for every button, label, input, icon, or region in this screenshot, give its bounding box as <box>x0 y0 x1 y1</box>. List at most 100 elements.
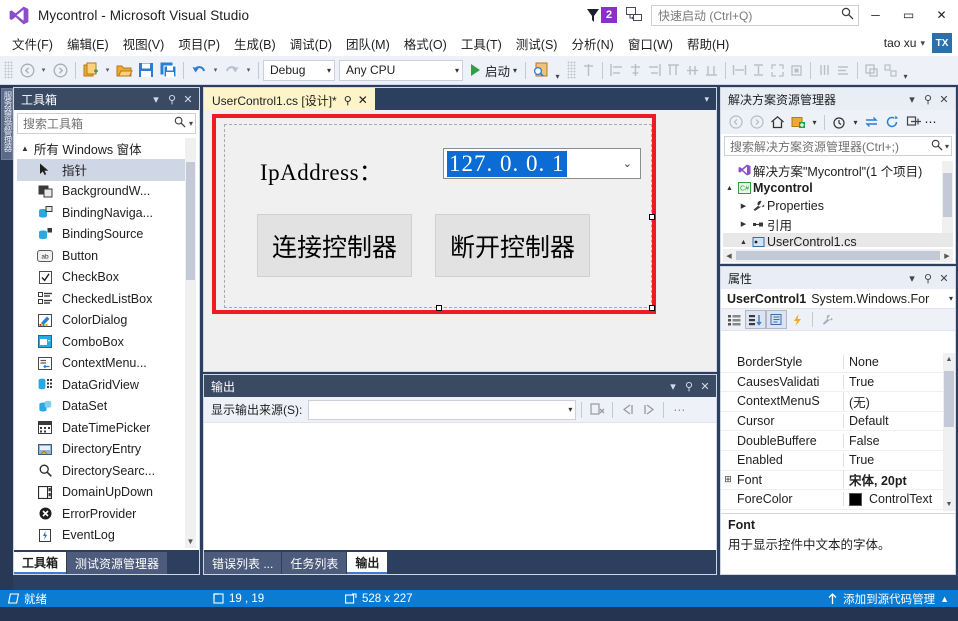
property-value[interactable]: Default <box>843 414 955 429</box>
menu-item-test[interactable]: 测试(S) <box>509 31 565 56</box>
alphabetical-icon[interactable] <box>745 310 766 329</box>
navigate-forward-icon[interactable] <box>746 112 767 132</box>
save-icon[interactable] <box>135 59 157 81</box>
properties-page-icon[interactable] <box>766 310 787 329</box>
solution-explorer-search-input[interactable]: 搜索解决方案资源管理器(Ctrl+;) ▾ <box>724 136 952 156</box>
tab-toolbox[interactable]: 工具箱 <box>14 552 67 574</box>
toolbox-item-datagridview[interactable]: DataGridView <box>17 374 196 396</box>
menu-item-view[interactable]: 视图(V) <box>116 31 172 56</box>
output-source-combo[interactable]: ▾ <box>308 399 577 420</box>
scroll-left-arrow-icon[interactable]: ◀ <box>723 252 735 260</box>
chevron-down-icon[interactable]: ▾ <box>148 90 164 108</box>
toolbox-item-dataset[interactable]: DataSet <box>17 396 196 418</box>
menu-item-edit[interactable]: 编辑(E) <box>60 31 116 56</box>
sidebar-tab-server-explorer[interactable]: 服务器资源管理器 <box>1 88 13 160</box>
chevron-down-icon[interactable]: ▾ <box>665 377 681 395</box>
menu-item-format[interactable]: 格式(O) <box>397 31 454 56</box>
expand-arrow-icon[interactable]: ▶ <box>737 220 750 228</box>
property-row-borderstyle[interactable]: BorderStyle None <box>721 353 955 373</box>
events-lightning-icon[interactable] <box>787 310 808 329</box>
toolbox-item-checkbox[interactable]: CheckBox <box>17 267 196 289</box>
toolbar-overflow-icon[interactable]: ▾ <box>552 59 563 81</box>
scrollbar-thumb[interactable] <box>186 162 195 280</box>
property-row-causesvalidation[interactable]: CausesValidati True <box>721 373 955 393</box>
tab-output[interactable]: 输出 <box>347 552 388 574</box>
expand-arrow-icon[interactable]: ▲ <box>737 239 750 246</box>
chevron-down-icon[interactable]: ▾ <box>904 90 920 108</box>
toolbox-item-directoryentry[interactable]: DirectoryEntry <box>17 439 196 461</box>
property-row-doublebuffered[interactable]: DoubleBuffere False <box>721 431 955 451</box>
undo-icon[interactable] <box>188 59 210 81</box>
solution-explorer-horizontal-scrollbar[interactable]: ◀ ▶ <box>723 249 953 262</box>
scroll-up-arrow-icon[interactable]: ▲ <box>943 353 955 366</box>
account-name[interactable]: tao xu <box>884 36 917 50</box>
format-toolbar-grip[interactable] <box>567 61 577 79</box>
toolbox-scrollbar[interactable] <box>185 138 196 548</box>
menu-item-build[interactable]: 生成(B) <box>227 31 283 56</box>
solution-platform-combo[interactable]: Any CPU ▾ <box>339 59 463 81</box>
property-row-font[interactable]: ⊞ Font 宋体, 20pt <box>721 470 955 491</box>
status-source-control-caret[interactable]: ▲ <box>940 594 949 604</box>
tree-row-usercontrol1-cs[interactable]: ▲ UserControl1.cs <box>723 233 953 247</box>
new-project-icon[interactable] <box>80 59 102 81</box>
expand-arrow-icon[interactable]: ▲ <box>723 185 736 192</box>
tree-row-properties[interactable]: ▶ Properties <box>723 197 953 215</box>
toolbox-item-checkedlistbox[interactable]: CheckedListBox <box>17 288 196 310</box>
toolbox-search-input[interactable]: 搜索工具箱 ▾ <box>17 113 196 134</box>
avatar[interactable]: TX <box>932 33 952 53</box>
resize-handle-right[interactable] <box>649 214 655 220</box>
toolbox-item-errorprovider[interactable]: ErrorProvider <box>17 503 196 525</box>
notification-flag-icon[interactable]: 2 <box>586 7 617 23</box>
navigate-back-icon[interactable] <box>725 112 746 132</box>
output-text-area[interactable] <box>204 423 716 550</box>
scrollbar-thumb[interactable] <box>944 371 954 427</box>
toolbox-item-domainupdown[interactable]: DomainUpDown <box>17 482 196 504</box>
chevron-down-icon[interactable]: ⌄ <box>623 157 632 170</box>
properties-vertical-scrollbar[interactable]: ▲ ▼ <box>943 353 955 511</box>
document-tab-overflow-icon[interactable]: ▾ <box>704 94 716 105</box>
document-tab-usercontrol1[interactable]: UserControl1.cs [设计]* ⚲ ✕ <box>204 88 375 110</box>
categorized-icon[interactable] <box>724 310 745 329</box>
minimize-button[interactable]: ─ <box>859 0 892 30</box>
properties-object-selector[interactable]: UserControl1 System.Windows.For ▾ <box>721 289 955 309</box>
chevron-down-icon[interactable]: ▾ <box>945 142 949 151</box>
resize-handle-corner[interactable] <box>649 305 655 311</box>
menu-item-debug[interactable]: 调试(D) <box>283 31 339 56</box>
chevron-down-icon[interactable]: ▾ <box>809 112 820 132</box>
property-value[interactable]: None <box>843 355 955 370</box>
menu-item-tools[interactable]: 工具(T) <box>454 31 509 56</box>
undo-dropdown[interactable]: ▾ <box>210 59 221 81</box>
collapse-all-icon[interactable] <box>903 112 924 132</box>
expander-plus-icon[interactable]: ⊞ <box>721 474 735 485</box>
expand-arrow-icon[interactable]: ▶ <box>737 202 750 210</box>
tab-test-explorer[interactable]: 测试资源管理器 <box>67 552 168 574</box>
menu-item-analyze[interactable]: 分析(N) <box>564 31 620 56</box>
chevron-down-icon[interactable]: ▾ <box>946 294 953 303</box>
scroll-right-arrow-icon[interactable]: ▶ <box>941 252 953 260</box>
redo-icon[interactable] <box>221 59 243 81</box>
menu-item-team[interactable]: 团队(M) <box>339 31 397 56</box>
property-value-container[interactable]: ControlText <box>843 492 955 507</box>
property-row-enabled[interactable]: Enabled True <box>721 451 955 471</box>
toolbox-group-all-windows-forms[interactable]: ▲ 所有 Windows 窗体 <box>17 138 196 159</box>
resize-handle-bottom[interactable] <box>436 305 442 311</box>
new-project-dropdown[interactable]: ▾ <box>102 59 113 81</box>
property-value[interactable]: 宋体, 20pt <box>843 470 955 490</box>
clear-all-icon[interactable] <box>587 400 607 419</box>
close-icon[interactable]: ✕ <box>180 90 196 108</box>
user-control-canvas[interactable]: IpAddress： 127. 0. 0. 1 ⌄ 连接控制器 断开控制器 <box>224 124 655 311</box>
pin-icon[interactable]: ⚲ <box>920 269 936 287</box>
format-toolbar-overflow-icon[interactable]: ▾ <box>900 59 911 81</box>
tree-row-solution[interactable]: 解决方案"Mycontrol"(1 个项目) <box>723 161 953 179</box>
save-all-icon[interactable] <box>157 59 179 81</box>
toolbox-item-backgroundworker[interactable]: BackgroundW... <box>17 181 196 203</box>
chevron-down-icon[interactable]: ▾ <box>189 119 193 128</box>
property-value[interactable]: True <box>843 453 955 468</box>
send-feedback-icon[interactable] <box>625 6 643 24</box>
find-in-files-icon[interactable] <box>530 59 552 81</box>
quick-launch-input[interactable]: 快速启动 (Ctrl+Q) <box>651 4 859 26</box>
tree-row-project-mycontrol[interactable]: ▲ C# Mycontrol <box>723 179 953 197</box>
pending-changes-icon[interactable] <box>788 112 809 132</box>
close-icon[interactable]: ✕ <box>356 93 370 107</box>
toolbar-grip[interactable] <box>4 61 13 79</box>
